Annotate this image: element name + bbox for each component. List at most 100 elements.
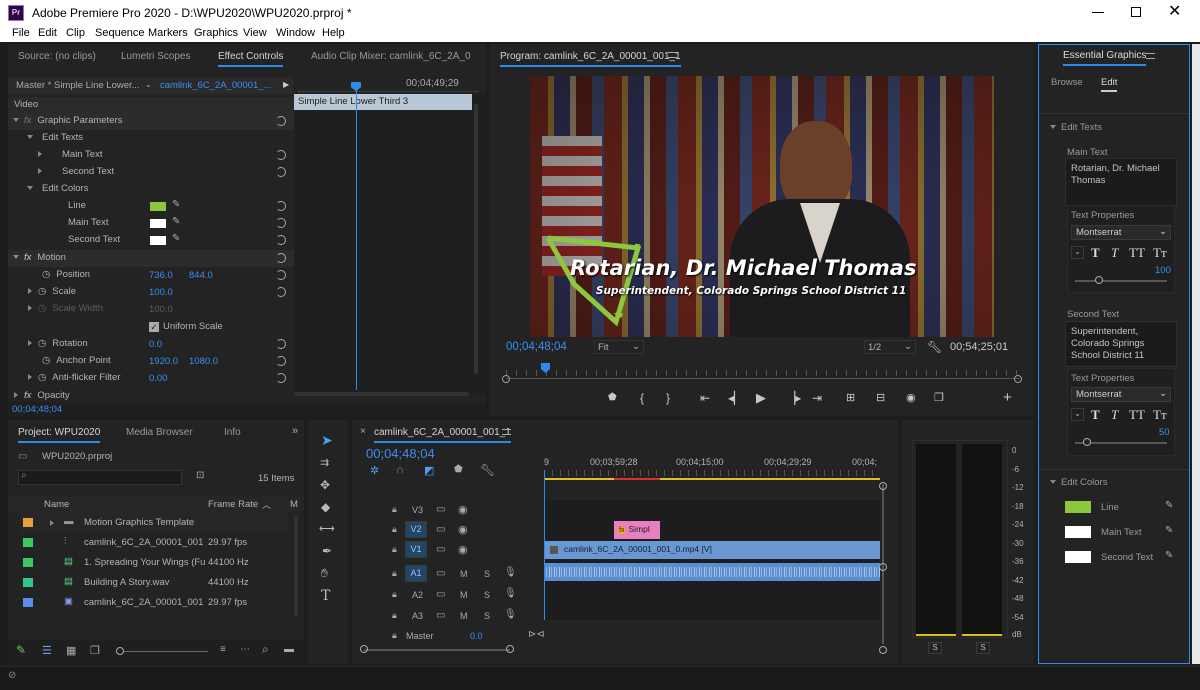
column-m[interactable]: M xyxy=(290,499,298,510)
ec-timecode-bottom[interactable]: 00;04;48;04 xyxy=(12,404,62,415)
mark-in-icon[interactable]: { xyxy=(640,391,644,405)
fit-dropdown[interactable]: Fit ⌄ xyxy=(594,340,644,354)
position-y-value[interactable]: 844.0 xyxy=(189,270,213,281)
menu-clip[interactable]: Clip xyxy=(66,27,85,39)
solo-button[interactable]: S xyxy=(484,590,490,600)
menu-window[interactable]: Window xyxy=(276,27,315,39)
master-toggle-icon[interactable]: ⊳⊲ xyxy=(528,629,545,640)
tool-pen-icon[interactable]: ✒ xyxy=(322,544,332,558)
stopwatch-icon[interactable]: ◷ xyxy=(42,355,50,366)
list-item[interactable]: ▤ Building A Story.wav 44100 Hz xyxy=(20,573,288,593)
eg-main-text-input[interactable]: Rotarian, Dr. Michael Thomas xyxy=(1065,158,1177,206)
minimize-icon[interactable] xyxy=(1092,12,1104,13)
go-to-out-icon[interactable]: ⇥ xyxy=(812,391,822,405)
mute-button[interactable]: M xyxy=(460,590,468,600)
menu-sequence[interactable]: Sequence xyxy=(95,27,145,39)
expand-icon[interactable] xyxy=(27,186,33,190)
hscroll-left-handle[interactable] xyxy=(360,645,368,653)
graphic-clip[interactable]: fx Simpl xyxy=(614,521,660,539)
timeline-playhead[interactable] xyxy=(544,470,545,620)
all-caps-icon[interactable]: TT xyxy=(1129,245,1145,261)
second-text-color-swatch[interactable] xyxy=(150,236,166,245)
lock-icon[interactable]: 🔒︎ xyxy=(392,544,397,555)
main-text-color-swatch[interactable] xyxy=(150,219,166,228)
snap-icon[interactable]: ✲ xyxy=(370,464,379,477)
stopwatch-icon[interactable]: ◷ xyxy=(38,286,46,297)
lift-icon[interactable]: ⊞ xyxy=(846,391,855,404)
tab-edit[interactable]: Edit xyxy=(1101,77,1118,92)
reset-icon[interactable] xyxy=(276,218,286,228)
more-panels-icon[interactable]: » xyxy=(292,425,298,437)
rotation-value[interactable]: 0.0 xyxy=(149,339,162,350)
eg-size-slider-handle-1[interactable] xyxy=(1095,276,1103,284)
eyedropper-icon[interactable]: ✎ xyxy=(1165,550,1173,561)
tab-source[interactable]: Source: (no clips) xyxy=(18,51,96,62)
collapse-icon[interactable] xyxy=(13,255,19,259)
extract-icon[interactable]: ⊟ xyxy=(876,391,885,404)
icon-view-icon[interactable]: ▦ xyxy=(66,644,76,657)
expand-icon[interactable] xyxy=(28,288,32,294)
play-only-icon[interactable]: ▶ xyxy=(283,80,289,89)
line-color-swatch[interactable] xyxy=(150,202,166,211)
eyedropper-icon[interactable]: ✎ xyxy=(1165,500,1173,511)
tab-effect-controls[interactable]: Effect Controls xyxy=(218,51,284,67)
add-marker-icon[interactable]: ◩ xyxy=(424,464,434,477)
solo-right-button[interactable]: S xyxy=(976,642,990,654)
program-scrubber[interactable] xyxy=(506,378,1020,379)
bold-icon[interactable]: T xyxy=(1091,407,1100,423)
eg-second-text-swatch[interactable] xyxy=(1065,551,1091,563)
hscroll-right-handle[interactable] xyxy=(506,645,514,653)
expand-icon[interactable] xyxy=(28,374,32,380)
program-timecode[interactable]: 00;04;48;04 xyxy=(506,341,567,353)
tab-audio-clip-mixer[interactable]: Audio Clip Mixer: camlink_6C_2A_0 xyxy=(311,51,471,62)
sync-lock-icon[interactable]: ▭ xyxy=(436,610,445,621)
eg-size-slider-handle-2[interactable] xyxy=(1083,438,1091,446)
collapse-icon[interactable] xyxy=(13,118,19,122)
panel-menu-icon[interactable] xyxy=(1146,53,1155,59)
new-bin-icon[interactable]: ▬ xyxy=(284,644,294,655)
eyedropper-icon[interactable]: ✎ xyxy=(172,216,180,227)
expand-icon[interactable] xyxy=(28,340,32,346)
eg-style-dropdown[interactable]: ⌄ xyxy=(1071,246,1084,259)
menu-help[interactable]: Help xyxy=(322,27,345,39)
eg-font-size-2[interactable]: 50 xyxy=(1159,427,1170,438)
list-item[interactable]: ▣ camlink_6C_2A_00001_001 29.97 fps xyxy=(20,593,288,613)
essential-graphics-title[interactable]: Essential Graphics xyxy=(1063,50,1147,66)
linked-selection-icon[interactable]: ∩ xyxy=(396,464,404,476)
tab-browse[interactable]: Browse xyxy=(1051,77,1083,88)
reset-icon[interactable] xyxy=(276,116,286,126)
expand-icon[interactable] xyxy=(38,168,42,174)
sync-lock-icon[interactable]: ▭ xyxy=(436,504,445,515)
lock-icon[interactable]: 🔒︎ xyxy=(392,630,397,641)
ec-vscrollbar[interactable] xyxy=(474,104,478,374)
edit-colors-row[interactable]: Edit Colors xyxy=(8,181,108,198)
project-search-input[interactable] xyxy=(18,470,182,485)
scrubber-end-handle[interactable] xyxy=(1014,375,1022,383)
compare-view-icon[interactable]: ❐ xyxy=(934,391,944,404)
lock-icon[interactable]: 🔒︎ xyxy=(392,504,397,515)
playhead[interactable] xyxy=(356,84,357,390)
expand-icon[interactable] xyxy=(50,520,54,526)
motion-row[interactable]: fx Motion xyxy=(8,250,294,267)
small-caps-icon[interactable]: Tт xyxy=(1153,407,1167,423)
all-caps-icon[interactable]: TT xyxy=(1129,407,1145,423)
reset-icon[interactable] xyxy=(276,201,286,211)
mute-button[interactable]: M xyxy=(460,611,468,621)
go-to-in-icon[interactable]: ⇤ xyxy=(700,391,710,405)
eg-edit-texts-header[interactable]: Edit Texts xyxy=(1050,122,1102,133)
position-x-value[interactable]: 736.0 xyxy=(149,270,173,281)
eg-font-dropdown[interactable]: Montserrat ⌄ xyxy=(1071,387,1171,402)
tool-hand-icon[interactable]: ✋︎ xyxy=(321,566,328,581)
zoom-slider[interactable] xyxy=(120,651,208,652)
graphic-parameters-row[interactable]: fx Graphic Parameters xyxy=(8,113,294,130)
lock-icon[interactable]: 🔒︎ xyxy=(392,524,397,535)
step-forward-icon[interactable]: ▕▸ xyxy=(786,391,801,405)
eg-second-text-input[interactable]: Superintendent, Colorado Springs School … xyxy=(1065,321,1177,367)
anchor-x-value[interactable]: 1920.0 xyxy=(149,356,178,367)
step-back-icon[interactable]: ◂▏ xyxy=(728,391,743,405)
solo-button[interactable]: S xyxy=(484,611,490,621)
list-item[interactable]: ▬ Motion Graphics Template xyxy=(20,513,288,533)
eye-icon[interactable]: ◉ xyxy=(458,543,468,556)
vscroll-bottom-handle[interactable] xyxy=(879,563,887,571)
panel-menu-icon[interactable] xyxy=(668,52,677,58)
